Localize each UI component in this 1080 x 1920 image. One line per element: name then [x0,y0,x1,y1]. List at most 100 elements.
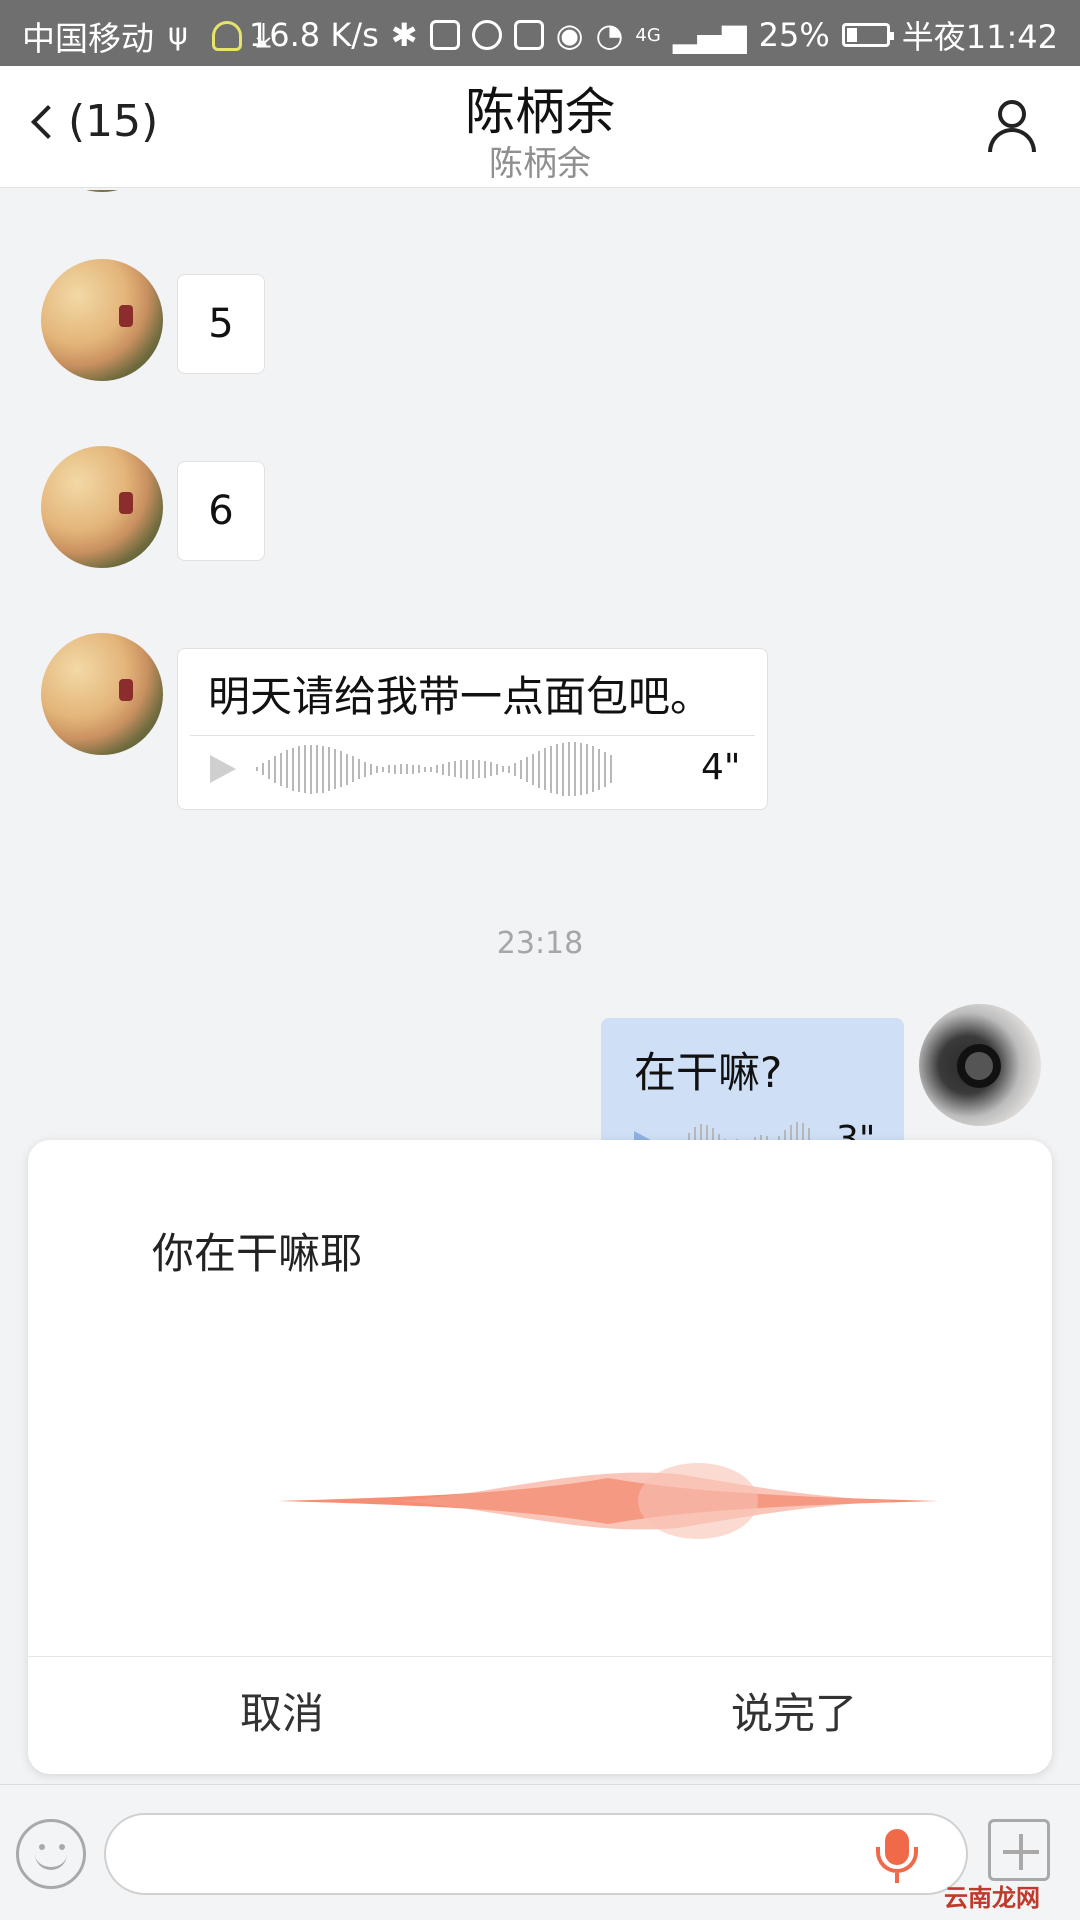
message-text: 6 [208,488,234,534]
message-bubble[interactable]: 6 [177,461,265,561]
waveform-bar [274,755,276,783]
avatar-figure [119,679,133,701]
watermark: 云南龙网 [944,1884,1040,1912]
bluetooth-icon: ✱ [390,16,418,54]
page-title: 陈柄余 [465,83,615,141]
avatar[interactable] [41,259,163,381]
waveform-bar [424,766,426,772]
message-text: 在干嘛? [634,1048,783,1097]
waveform-bar [382,766,384,772]
recognized-text: 你在干嘛耶 [152,1229,363,1278]
timestamp: 23:18 [496,926,584,961]
waveform-bar [574,742,576,796]
waveform-bar [418,765,420,773]
person-icon-body [988,128,1036,152]
mic-stem [895,1873,899,1883]
avatar-figure [119,305,133,327]
waveform-bar [370,763,372,775]
waveform-bar [496,763,498,775]
page-subtitle: 陈柄余 [489,144,591,184]
my-voice-message-bubble[interactable]: 在干嘛? 3" [601,1018,904,1148]
eye-icon: ◉ [555,16,584,54]
waveform-bar [316,745,318,793]
waveform-bar [412,764,414,774]
add-attachment-button[interactable] [988,1819,1050,1881]
voice-message-bubble[interactable]: 明天请给我带一点面包吧。 4" [177,648,768,810]
waveform-bar [442,763,444,775]
waveform-bar [292,747,294,791]
waveform-bar [526,756,528,782]
waveform-bar [406,764,408,774]
input-bar [0,1784,1080,1920]
waveform-bar [502,766,504,772]
waveform-bar [436,765,438,773]
waveform-bar [430,766,432,772]
waveform-bar [400,764,402,774]
alarm-icon [471,20,502,50]
waveform-bar [268,759,270,779]
waveform-bar [328,747,330,791]
signal-label: 4G [635,24,661,46]
clock: 半夜11:42 [901,18,1058,56]
waveform-bar [478,760,480,778]
microphone-icon[interactable] [874,1829,920,1885]
waveform-bar [592,746,594,792]
net-speed: 16.8 K/s [248,16,379,54]
waveform-bar [544,748,546,790]
usb-icon [168,17,198,52]
battery-icon [841,23,894,47]
status-bar: 中国移动 16.8 K/s ✱ ◉ ◔ 4G ▂▄▆ 25% 半夜11:42 [0,0,1080,66]
waveform-bar [604,751,606,787]
avatar[interactable] [41,633,163,755]
waveform-bar [556,744,558,794]
waveform-bar [298,746,300,792]
finish-speaking-button[interactable]: 说完了 [731,1680,857,1741]
divider [190,735,755,736]
waveform-bar [562,742,564,796]
waveform-bar [310,744,312,794]
avatar[interactable] [41,446,163,568]
waveform-bar [550,745,552,793]
voice-duration: 4" [701,747,741,788]
message-bubble[interactable]: 5 [177,274,265,374]
nfc-icon [429,20,460,50]
play-icon[interactable] [210,755,236,783]
waveform-bar [532,753,534,785]
emoji-mouth [35,1854,67,1870]
waveform-bar [448,762,450,776]
carrier-label: 中国移动 [22,19,154,58]
message-text: 明天请给我带一点面包吧。 [208,672,713,721]
voice-input-dialog: 你在干嘛耶 取消 说完了 [28,1140,1052,1774]
mic-arc [876,1847,918,1873]
waveform-bar [514,762,516,776]
waveform-bar [484,760,486,778]
waveform-bar [568,742,570,796]
waveform-bar [538,750,540,788]
emoji-icon[interactable] [16,1819,86,1889]
emoji-eye [39,1844,45,1850]
waveform-bar [364,761,366,777]
hd-icon [513,20,544,50]
my-avatar[interactable] [919,1004,1041,1126]
profile-button[interactable] [988,100,1036,152]
waveform-bar [394,764,396,774]
dialog-divider [28,1656,1052,1657]
waveform-bar [466,759,468,779]
voice-waveform [256,741,612,797]
waveform-bar [508,765,510,773]
waveform-bar [262,763,264,775]
headset-icon [212,21,242,51]
cancel-button[interactable]: 取消 [240,1680,324,1741]
waveform-bar [586,744,588,794]
waveform-bar [472,759,474,779]
waveform-bar [598,748,600,790]
waveform-bar [352,756,354,782]
battery-percent: 25% [758,16,830,54]
avatar-figure [119,492,133,514]
signal-icon: ▂▄▆ [672,16,747,54]
waveform-bar [334,749,336,789]
message-input[interactable] [104,1813,968,1895]
wifi-icon: ◔ [595,16,624,54]
waveform-bar [346,753,348,785]
waveform-bar [358,759,360,779]
